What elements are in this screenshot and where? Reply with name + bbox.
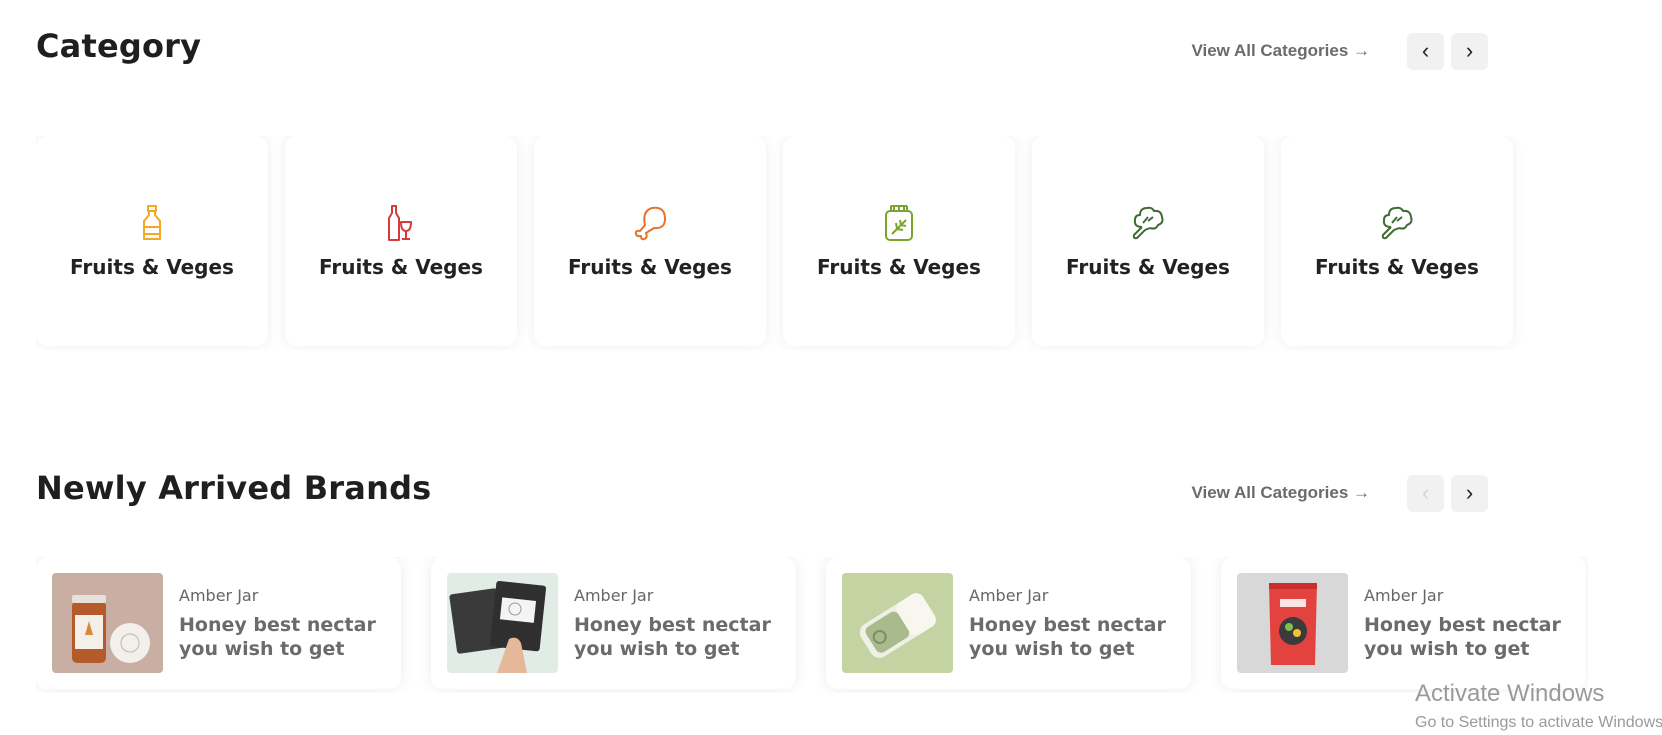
wine-icon: [388, 205, 412, 241]
category-card[interactable]: Fruits & Veges: [36, 136, 268, 346]
category-label: Fruits & Veges: [1315, 255, 1479, 279]
category-card[interactable]: Fruits & Veges: [783, 136, 1015, 346]
jar-herb-icon: [885, 205, 913, 241]
category-prev-button[interactable]: ‹: [1407, 32, 1444, 70]
brand-desc-line: you wish to get: [179, 637, 345, 660]
view-all-brands-link[interactable]: View All Categories →: [1191, 483, 1370, 503]
brand-desc-line: you wish to get: [969, 637, 1135, 660]
food-pouch-image: [1237, 573, 1348, 673]
chevron-left-icon: ‹: [1421, 38, 1430, 63]
brands-header: Newly Arrived Brands View All Categories…: [36, 462, 1488, 514]
brand-desc-line: Honey best nectar: [1364, 613, 1561, 636]
chevron-right-icon: ›: [1465, 480, 1474, 505]
honey-jar-image: [52, 573, 163, 673]
category-header: Category View All Categories → ‹ ›: [36, 20, 1488, 72]
brand-desc-line: Honey best nectar: [179, 613, 376, 636]
category-card[interactable]: Fruits & Veges: [534, 136, 766, 346]
category-title: Category: [36, 27, 202, 65]
category-label: Fruits & Veges: [1066, 255, 1230, 279]
category-label: Fruits & Veges: [319, 255, 483, 279]
brand-text: Amber Jar Honey best nectar you wish to …: [179, 586, 376, 661]
brand-desc-line: Honey best nectar: [574, 613, 771, 636]
brand-name: Amber Jar: [1364, 585, 1444, 605]
brand-text: Amber Jar Honey best nectar you wish to …: [574, 586, 771, 661]
brands-controls: View All Categories → ‹ ›: [1191, 474, 1488, 512]
brand-description: Honey best nectar you wish to get: [179, 613, 376, 661]
brands-title: Newly Arrived Brands: [36, 469, 432, 507]
category-controls: View All Categories → ‹ ›: [1191, 32, 1488, 70]
brand-name: Amber Jar: [969, 585, 1049, 605]
category-label: Fruits & Veges: [817, 255, 981, 279]
brand-description: Honey best nectar you wish to get: [574, 613, 771, 661]
activate-windows-watermark: Activate Windows Go to Settings to activ…: [1415, 680, 1662, 732]
brands-carousel: Amber Jar Honey best nectar you wish to …: [36, 557, 1588, 693]
broccoli-icon: [1132, 206, 1164, 240]
chevron-left-icon: ‹: [1421, 480, 1430, 505]
brand-card[interactable]: Amber Jar Honey best nectar you wish to …: [826, 557, 1191, 689]
chevron-right-icon: ›: [1465, 38, 1474, 63]
brand-desc-line: you wish to get: [1364, 637, 1530, 660]
brand-text: Amber Jar Honey best nectar you wish to …: [969, 586, 1166, 661]
watermark-subtitle: Go to Settings to activate Windows.: [1415, 714, 1662, 731]
brand-desc-line: Honey best nectar: [969, 613, 1166, 636]
category-label: Fruits & Veges: [568, 255, 732, 279]
drumstick-icon: [634, 206, 666, 241]
brands-next-button[interactable]: ›: [1451, 474, 1488, 512]
brand-desc-line: you wish to get: [574, 637, 740, 660]
category-next-button[interactable]: ›: [1451, 32, 1488, 70]
brand-text: Amber Jar Honey best nectar you wish to …: [1364, 586, 1561, 661]
broccoli-icon: [1381, 206, 1413, 240]
tea-bags-image: [447, 573, 558, 673]
brand-description: Honey best nectar you wish to get: [969, 613, 1166, 661]
brands-prev-button[interactable]: ‹: [1407, 474, 1444, 512]
tin-can-image: [842, 573, 953, 673]
view-all-categories-link[interactable]: View All Categories →: [1191, 41, 1370, 61]
category-carousel: Fruits & Veges Fruits & Veges Fruits & V…: [36, 136, 1588, 350]
category-label: Fruits & Veges: [70, 255, 234, 279]
category-card[interactable]: Fruits & Veges: [1032, 136, 1264, 346]
brand-name: Amber Jar: [179, 585, 259, 605]
brand-name: Amber Jar: [574, 585, 654, 605]
bottle-icon: [143, 205, 161, 240]
category-card[interactable]: Fruits & Veges: [1281, 136, 1513, 346]
brand-card[interactable]: Amber Jar Honey best nectar you wish to …: [36, 557, 401, 689]
category-card[interactable]: Fruits & Veges: [285, 136, 517, 346]
brand-description: Honey best nectar you wish to get: [1364, 613, 1561, 661]
brand-card[interactable]: Amber Jar Honey best nectar you wish to …: [431, 557, 796, 689]
watermark-title: Activate Windows: [1415, 680, 1605, 707]
brand-card[interactable]: Amber Jar Honey best nectar you wish to …: [1221, 557, 1586, 689]
